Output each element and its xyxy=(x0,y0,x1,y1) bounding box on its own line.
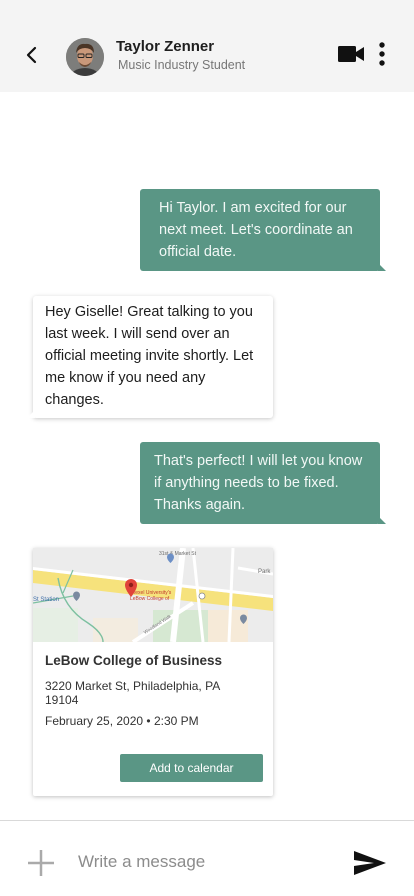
event-datetime: February 25, 2020 • 2:30 PM xyxy=(45,714,199,728)
back-button[interactable] xyxy=(20,40,44,70)
more-options-button[interactable] xyxy=(374,40,390,70)
event-date: February 25, 2020 xyxy=(45,714,144,728)
message-text: That's perfect! I will let you know if a… xyxy=(154,453,363,513)
place-address: 3220 Market St, Philadelphia, PA 19104 xyxy=(45,679,220,707)
avatar[interactable] xyxy=(66,38,104,76)
send-icon xyxy=(354,851,386,875)
map-station-label: St Station xyxy=(33,597,59,603)
event-card: 31st & Market St Park St Station Drexel … xyxy=(33,548,273,796)
contact-name: Taylor Zenner xyxy=(116,38,215,55)
message-composer xyxy=(0,820,414,896)
map-pin-label: LeBow College of xyxy=(130,596,170,602)
avatar-image xyxy=(66,38,104,76)
map-image: 31st & Market St Park St Station Drexel … xyxy=(33,548,273,642)
location-map[interactable]: 31st & Market St Park St Station Drexel … xyxy=(33,548,273,642)
video-camera-icon xyxy=(338,46,364,62)
message-input[interactable] xyxy=(78,847,328,877)
add-attachment-button[interactable] xyxy=(26,848,56,878)
message-outgoing[interactable]: Hi Taylor. I am excited for our next mee… xyxy=(140,189,386,271)
map-park-label: Park xyxy=(258,569,271,575)
plus-icon xyxy=(28,850,54,876)
place-name: LeBow College of Business xyxy=(45,653,223,668)
chevron-left-icon xyxy=(26,46,37,64)
contact-subtitle: Music Industry Student xyxy=(118,58,246,72)
map-transit-icon xyxy=(198,592,206,600)
chat-header: Taylor Zenner Music Industry Student xyxy=(0,0,414,92)
message-text: Hey Giselle! Great talking to you last w… xyxy=(45,304,254,408)
map-street-label: 31st & Market St xyxy=(159,551,197,557)
message-outgoing[interactable]: That's perfect! I will let you know if a… xyxy=(140,442,386,524)
video-call-button[interactable] xyxy=(337,44,365,64)
bullet-separator: • xyxy=(146,714,154,728)
add-to-calendar-button[interactable]: Add to calendar xyxy=(120,754,263,782)
message-text: Hi Taylor. I am excited for our next mee… xyxy=(159,200,353,260)
event-time: 2:30 PM xyxy=(153,714,199,728)
message-incoming[interactable]: Hey Giselle! Great talking to you last w… xyxy=(27,296,273,418)
send-button[interactable] xyxy=(352,848,388,878)
vertical-dots-icon xyxy=(379,42,385,66)
